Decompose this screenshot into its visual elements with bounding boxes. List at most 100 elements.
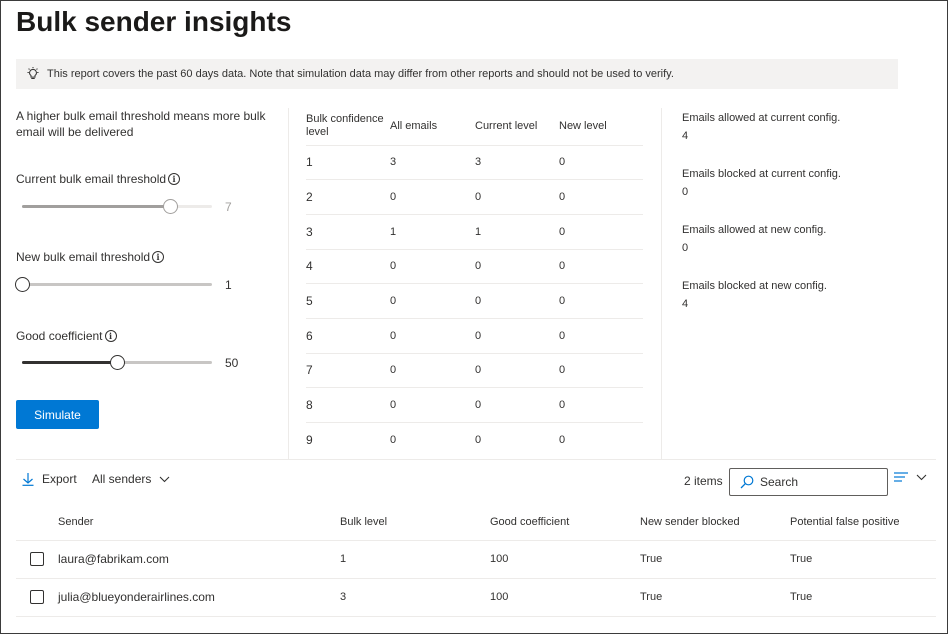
table-cell: 1 xyxy=(306,145,390,181)
table-cell: 0 xyxy=(390,434,397,447)
table-row[interactable]: julia@blueyonderairlines.com 3 100 True True xyxy=(16,578,936,617)
table-row: 5000 xyxy=(306,283,643,319)
item-count: 2 items xyxy=(684,474,723,488)
table-row: 3110 xyxy=(306,214,643,250)
new-threshold-slider[interactable] xyxy=(15,276,212,292)
threshold-description: A higher bulk email threshold means more… xyxy=(16,109,266,139)
table-row: 6000 xyxy=(306,318,643,354)
banner-text: This report covers the past 60 days data… xyxy=(47,68,674,80)
stat-label: Emails allowed at new config. xyxy=(682,224,827,236)
info-icon[interactable]: i xyxy=(152,251,165,263)
search-icon xyxy=(740,475,754,489)
column-header: Bulk confidence level xyxy=(306,108,390,146)
levels-table: Bulk confidence level All emails Current… xyxy=(306,108,643,457)
table-cell: 0 xyxy=(559,214,643,250)
table-cell: 0 xyxy=(559,179,643,215)
table-cell: 0 xyxy=(559,387,643,423)
table-cell: 0 xyxy=(390,387,475,423)
table-row[interactable]: laura@fabrikam.com 1 100 True True xyxy=(16,540,936,579)
current-threshold-thumb xyxy=(163,199,179,214)
table-cell: 1 xyxy=(475,214,559,250)
table-cell: 0 xyxy=(475,179,559,215)
column-header[interactable]: Bulk level xyxy=(340,504,490,541)
table-cell: 0 xyxy=(390,318,475,354)
table-cell: 5 xyxy=(306,283,390,319)
table-cell: 2 xyxy=(306,179,390,215)
table-cell: 0 xyxy=(390,283,475,319)
stat-value: 4 xyxy=(682,298,689,310)
table-row: 1330 xyxy=(306,145,643,181)
threshold-panel: A higher bulk email threshold means more… xyxy=(15,108,276,429)
stat-item: Emails allowed at new config. 0 xyxy=(682,224,922,254)
table-cell: 3 xyxy=(340,578,490,617)
senders-toolbar: Export All senders 2 items Search xyxy=(16,466,932,496)
table-cell: 100 xyxy=(490,578,640,617)
stat-label: Emails blocked at current config. xyxy=(682,168,841,180)
new-threshold-thumb[interactable] xyxy=(15,277,30,292)
table-row: 7000 xyxy=(306,353,643,389)
divider xyxy=(16,459,936,460)
table-cell: 0 xyxy=(559,249,643,285)
stat-value: 0 xyxy=(682,242,689,254)
table-cell: 3 xyxy=(475,145,559,181)
table-cell: 7 xyxy=(306,353,390,389)
table-cell: 3 xyxy=(390,145,475,181)
stat-label: Emails blocked at new config. xyxy=(682,280,827,292)
page-title: Bulk sender insights xyxy=(16,6,292,37)
table-row: 8000 xyxy=(306,387,643,423)
table-cell: True xyxy=(790,578,936,617)
column-header[interactable]: New sender blocked xyxy=(640,504,790,541)
table-cell: 1 xyxy=(340,540,490,579)
new-threshold-label: New bulk email threshold i xyxy=(16,250,165,264)
table-cell: 0 xyxy=(475,318,559,354)
search-box[interactable]: Search xyxy=(729,468,888,496)
column-header[interactable]: Potential false positive xyxy=(790,504,936,541)
current-threshold-slider xyxy=(16,198,212,214)
column-header[interactable]: Sender xyxy=(58,504,340,541)
table-cell: 9 xyxy=(306,433,313,448)
table-cell: 0 xyxy=(559,318,643,354)
good-coefficient-label: Good coefficient i xyxy=(16,329,117,343)
good-coefficient-slider[interactable] xyxy=(16,354,212,370)
row-checkbox[interactable] xyxy=(30,590,44,604)
sender-filter-dropdown[interactable]: All senders xyxy=(92,472,170,486)
info-icon[interactable]: i xyxy=(168,173,181,185)
new-threshold-value: 1 xyxy=(225,278,232,292)
row-checkbox[interactable] xyxy=(30,552,44,566)
column-header: Current level xyxy=(475,108,559,146)
table-cell: 0 xyxy=(475,353,559,389)
view-options-button[interactable] xyxy=(894,472,927,482)
table-cell: True xyxy=(640,540,790,579)
table-cell: True xyxy=(790,540,936,579)
stats-panel: Emails allowed at current config. 4 Emai… xyxy=(682,112,922,336)
table-cell: 0 xyxy=(390,179,475,215)
table-cell: laura@fabrikam.com xyxy=(58,540,340,579)
table-cell: 0 xyxy=(390,353,475,389)
chevron-down-icon xyxy=(916,474,927,481)
table-cell: 0 xyxy=(475,249,559,285)
good-coefficient-thumb[interactable] xyxy=(110,355,125,370)
table-cell: 0 xyxy=(475,387,559,423)
lightbulb-icon xyxy=(25,66,41,82)
search-input[interactable]: Search xyxy=(760,475,798,489)
table-cell: 4 xyxy=(306,249,390,285)
info-icon[interactable]: i xyxy=(104,330,117,342)
simulate-button[interactable]: Simulate xyxy=(16,400,99,429)
table-cell: 3 xyxy=(306,214,390,250)
stat-item: Emails allowed at current config. 4 xyxy=(682,112,922,142)
stat-label: Emails allowed at current config. xyxy=(682,112,841,124)
table-cell: 0 xyxy=(559,434,566,447)
table-row: 2000 xyxy=(306,179,643,215)
list-view-icon xyxy=(894,472,908,482)
table-cell: 8 xyxy=(306,387,390,423)
export-button[interactable]: Export xyxy=(22,472,77,486)
table-cell: 100 xyxy=(490,540,640,579)
levels-table-header: Bulk confidence level All emails Current… xyxy=(306,108,643,146)
levels-table-panel: Bulk confidence level All emails Current… xyxy=(306,108,643,457)
column-header: All emails xyxy=(390,108,475,146)
stat-value: 0 xyxy=(682,186,689,198)
column-header[interactable]: Good coefficient xyxy=(490,504,640,541)
column-header: New level xyxy=(559,108,643,146)
chevron-down-icon xyxy=(159,476,170,483)
filter-label: All senders xyxy=(92,472,152,486)
